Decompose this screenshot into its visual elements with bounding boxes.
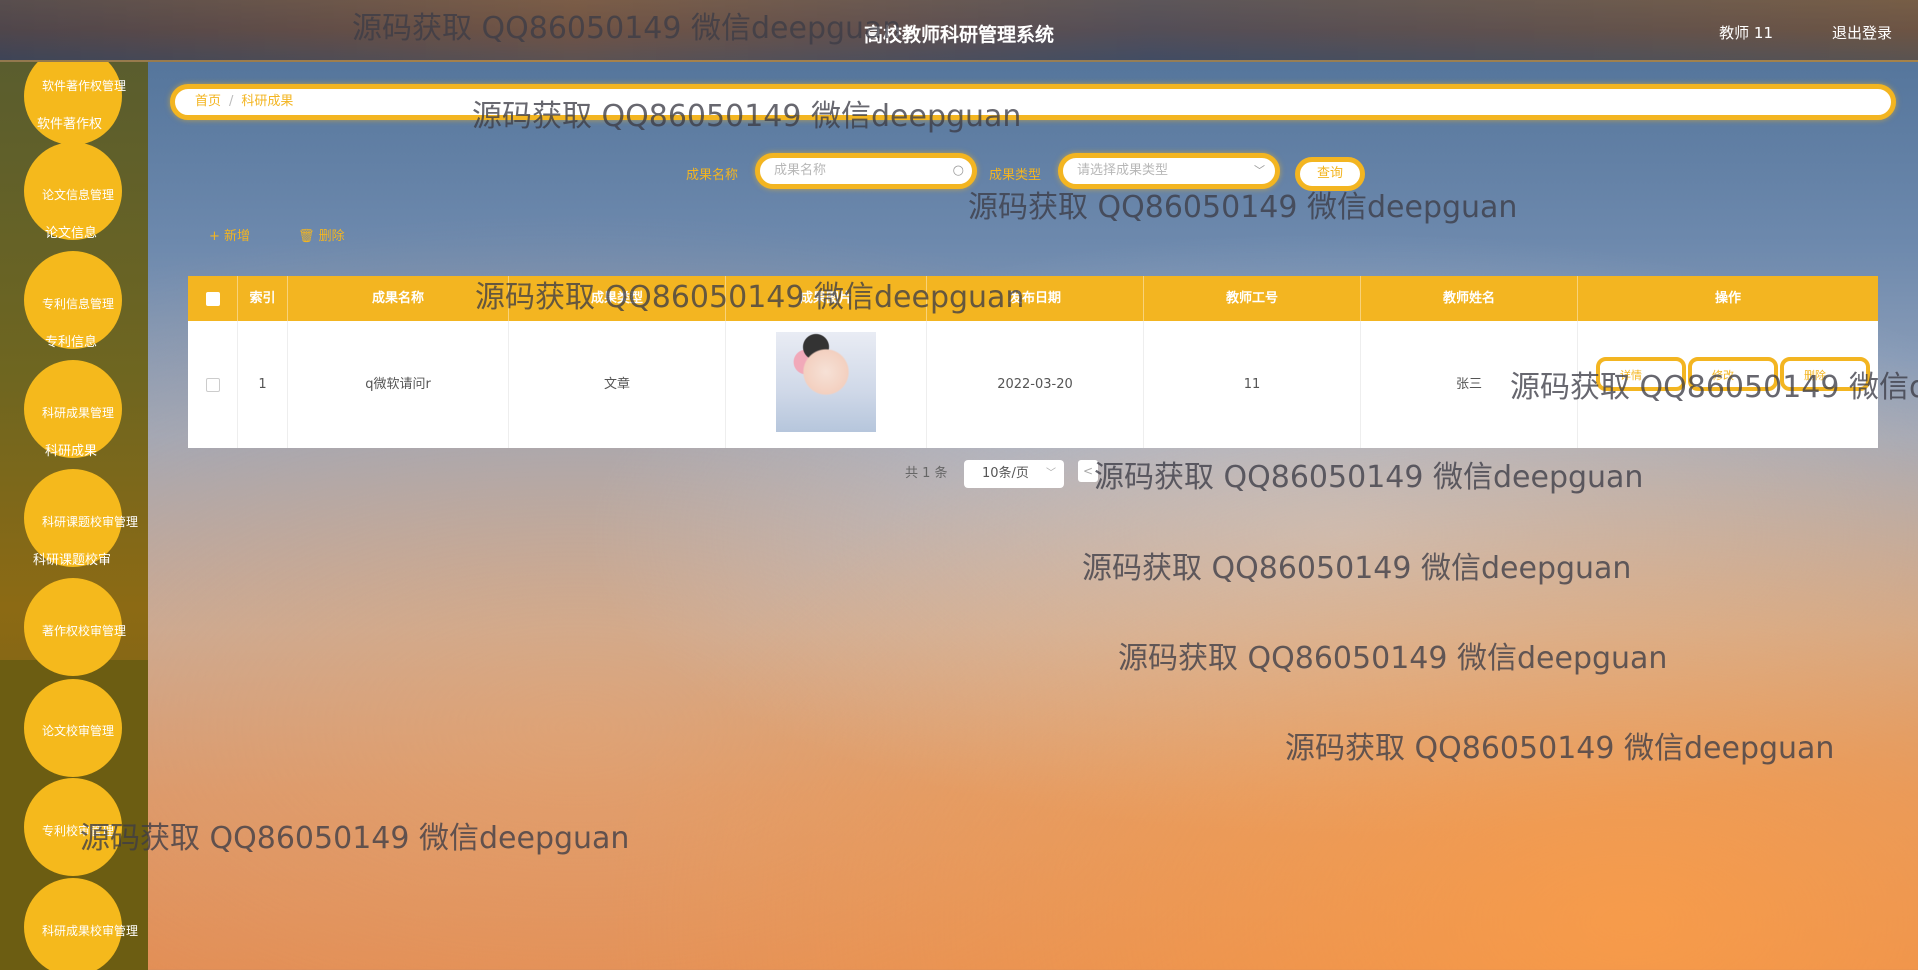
row-checkbox[interactable] <box>205 377 220 392</box>
result-image <box>776 332 876 432</box>
edit-button[interactable]: 修改 <box>1688 357 1778 391</box>
submenu-patent-info[interactable]: 专利信息 <box>45 331 97 350</box>
col-date: 发布日期 <box>927 276 1144 321</box>
menu-circle-software[interactable] <box>24 62 122 145</box>
type-select[interactable]: 请选择成果类型 ﹀ <box>1058 153 1280 189</box>
cell-index: 1 <box>238 321 288 448</box>
cell-date: 2022-03-20 <box>927 321 1144 448</box>
menu-patent-info[interactable]: 专利信息管理 <box>42 295 114 312</box>
results-table: 索引 成果名称 成果类型 成果图片 发布日期 教师工号 教师姓名 操作 1 q微… <box>188 276 1878 448</box>
col-type: 成果类型 <box>509 276 726 321</box>
col-teacher-name: 教师姓名 <box>1361 276 1578 321</box>
breadcrumb-home[interactable]: 首页 <box>195 94 221 109</box>
sidebar: 软件著作权管理 软件著作权 论文信息管理 论文信息 专利信息管理 专利信息 科研… <box>0 62 148 970</box>
logout-link[interactable]: 退出登录 <box>1832 22 1892 43</box>
name-search-label: 成果名称 <box>686 168 739 183</box>
search-button[interactable]: 查询 <box>1295 157 1365 191</box>
col-name: 成果名称 <box>288 276 509 321</box>
menu-copyright-review[interactable]: 著作权校审管理 <box>42 622 126 639</box>
watermark: 源码获取 QQ86050149 微信deepguan <box>80 821 630 856</box>
current-user: 教师 11 <box>1719 24 1773 42</box>
menu-paper-info[interactable]: 论文信息管理 <box>42 186 114 203</box>
chevron-down-icon: ﹀ <box>1046 468 1056 479</box>
detail-button-label: 详情 <box>1620 369 1642 382</box>
cell-teacher-id: 11 <box>1144 321 1361 448</box>
type-search-label: 成果类型 <box>989 168 1042 183</box>
select-all-cell <box>188 276 238 321</box>
col-teacher-id: 教师工号 <box>1144 276 1361 321</box>
prev-page-button[interactable]: < <box>1078 460 1098 482</box>
page-size-select[interactable]: 10条/页 ﹀ <box>964 460 1064 488</box>
menu-patent-review[interactable]: 专利校审管理 <box>42 822 114 839</box>
detail-button[interactable]: 详情 <box>1596 357 1686 391</box>
name-search-input[interactable]: 成果名称 ○ <box>755 153 977 189</box>
page-size-value: 10条/页 <box>982 466 1029 481</box>
add-button[interactable]: + 新增 <box>209 225 250 244</box>
submenu-software-copyright[interactable]: 软件著作权 <box>37 113 102 132</box>
add-button-label: + 新增 <box>209 229 251 244</box>
breadcrumb-current: 科研成果 <box>241 94 294 109</box>
breadcrumb-separator: / <box>229 94 234 109</box>
row-delete-button-label: 删除 <box>1804 369 1826 382</box>
menu-paper-review[interactable]: 论文校审管理 <box>42 722 114 739</box>
cell-teacher-name: 张三 <box>1361 321 1578 448</box>
name-search-placeholder: 成果名称 <box>774 163 827 178</box>
watermark: 源码获取 QQ86050149 微信deepguan <box>1082 551 1632 586</box>
submenu-research-results[interactable]: 科研成果 <box>45 440 97 459</box>
row-delete-button[interactable]: 删除 <box>1780 357 1870 391</box>
delete-button[interactable]: 🗑 删除 <box>298 225 345 244</box>
col-index: 索引 <box>238 276 288 321</box>
pagination-total: 共 1 条 <box>905 466 948 481</box>
chevron-down-icon: ﹀ <box>1254 164 1265 177</box>
breadcrumb: 首页 / 科研成果 <box>170 84 1896 120</box>
cell-type: 文章 <box>509 321 726 448</box>
search-icon: ○ <box>952 163 964 178</box>
select-all-checkbox[interactable] <box>205 291 220 306</box>
watermark: 源码获取 QQ86050149 微信deepguan <box>1118 641 1668 676</box>
menu-result-review[interactable]: 科研成果校审管理 <box>42 922 138 939</box>
delete-button-label: 删除 <box>318 229 345 244</box>
menu-software-copyright[interactable]: 软件著作权管理 <box>42 77 126 94</box>
menu-topic-review[interactable]: 科研课题校审管理 <box>42 513 138 530</box>
top-header: 高校教师科研管理系统 教师 11 退出登录 <box>0 0 1918 62</box>
watermark: 源码获取 QQ86050149 微信deepguan <box>1094 460 1644 495</box>
edit-button-label: 修改 <box>1712 369 1734 382</box>
col-image: 成果图片 <box>726 276 927 321</box>
menu-research-results[interactable]: 科研成果管理 <box>42 404 114 421</box>
trash-icon: 🗑 <box>298 229 315 244</box>
col-actions: 操作 <box>1714 291 1741 306</box>
submenu-paper-info[interactable]: 论文信息 <box>45 222 97 241</box>
row-select-cell <box>188 321 238 448</box>
watermark: 源码获取 QQ86050149 微信deepguan <box>1285 731 1835 766</box>
submenu-topic-review[interactable]: 科研课题校审 <box>33 549 111 568</box>
cell-name: q微软请问r <box>288 321 509 448</box>
type-select-placeholder: 请选择成果类型 <box>1077 163 1169 178</box>
system-title: 高校教师科研管理系统 <box>863 24 1054 46</box>
